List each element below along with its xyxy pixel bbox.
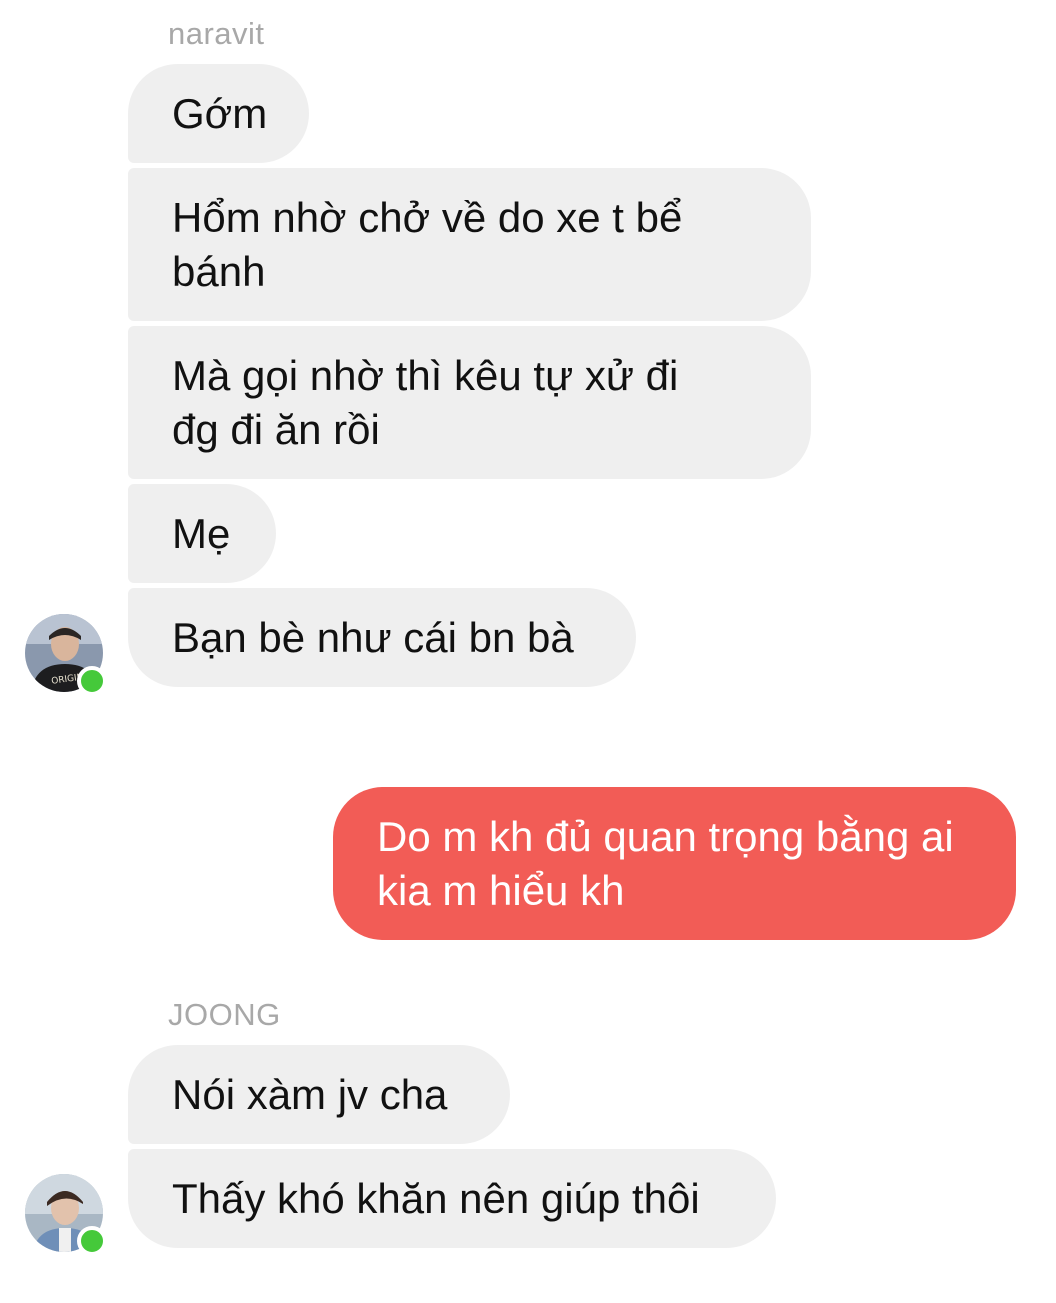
message-bubble[interactable]: Bạn bè như cái bn bà — [128, 588, 636, 687]
message-bubble[interactable]: Hổm nhờ chở về do xe t bể bánh — [128, 168, 811, 321]
sender-name-joong: JOONG — [168, 997, 281, 1032]
message-bubble[interactable]: Gớm — [128, 64, 309, 163]
online-status-icon — [77, 1226, 107, 1256]
message-bubble[interactable]: Thấy khó khăn nên giúp thôi — [128, 1149, 776, 1248]
message-bubble[interactable]: Mà gọi nhờ thì kêu tự xử đi đg đi ăn rồi — [128, 326, 811, 479]
avatar-joong[interactable] — [25, 1174, 107, 1256]
message-bubble[interactable]: Nói xàm jv cha — [128, 1045, 510, 1144]
online-status-icon — [77, 666, 107, 696]
message-bubble[interactable]: Mẹ — [128, 484, 276, 583]
sender-name-naravit: naravit — [168, 16, 265, 51]
avatar-naravit[interactable]: ORIGIN — [25, 614, 107, 696]
sent-message-bubble[interactable]: Do m kh đủ quan trọng bằng ai kia m hiểu… — [333, 787, 1016, 940]
